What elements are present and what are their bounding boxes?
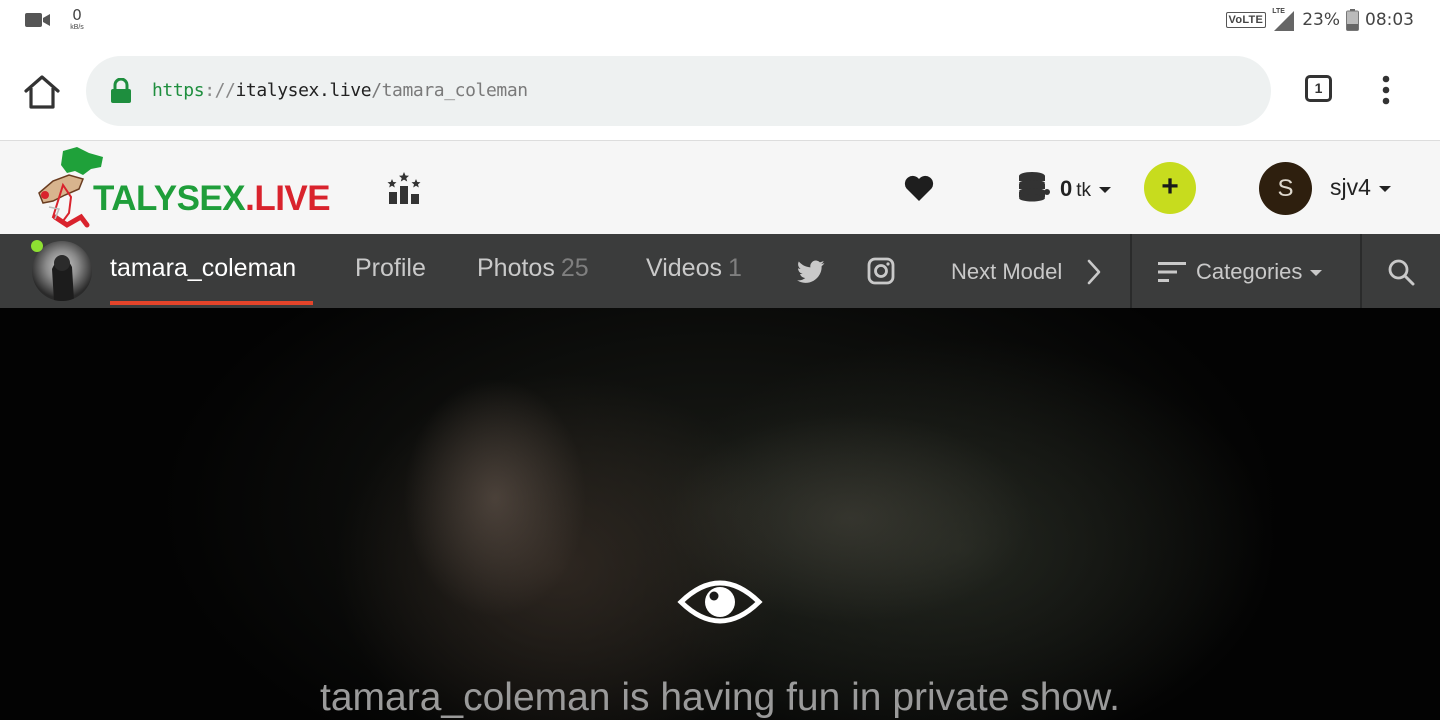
filter-icon[interactable] bbox=[1158, 262, 1186, 282]
tab-videos-label: Videos bbox=[646, 254, 722, 282]
site-logo[interactable]: TALYSEX.LIVE bbox=[33, 145, 343, 231]
battery-percent: 23% bbox=[1302, 10, 1340, 30]
browser-toolbar: https://italysex.live/tamara_coleman 1 bbox=[0, 42, 1440, 140]
more-vert-icon[interactable] bbox=[1381, 75, 1391, 105]
token-balance[interactable]: 0 tk bbox=[1060, 176, 1112, 202]
user-avatar[interactable]: S bbox=[1259, 162, 1312, 215]
heart-icon[interactable] bbox=[903, 174, 935, 202]
battery-icon bbox=[1346, 9, 1359, 31]
nav-divider bbox=[1130, 234, 1132, 308]
categories-label: Categories bbox=[1196, 259, 1303, 284]
user-menu[interactable]: sjv4 bbox=[1330, 174, 1391, 201]
tab-switcher-button[interactable]: 1 bbox=[1305, 75, 1332, 102]
home-icon[interactable] bbox=[22, 74, 62, 110]
signal-type: LTE bbox=[1272, 8, 1285, 15]
videos-count: 1 bbox=[728, 254, 742, 282]
network-speed-value: 0 bbox=[72, 6, 82, 24]
tab-profile[interactable]: Profile bbox=[355, 254, 426, 283]
twitter-icon[interactable] bbox=[797, 260, 825, 284]
site-header: TALYSEX.LIVE 0 tk + S sjv4 bbox=[0, 140, 1440, 235]
clock: 08:03 bbox=[1365, 10, 1414, 30]
token-unit: tk bbox=[1076, 180, 1092, 201]
network-speed-unit: kB/s bbox=[70, 24, 84, 31]
search-icon[interactable] bbox=[1387, 258, 1415, 286]
chevron-right-icon[interactable] bbox=[1087, 259, 1101, 285]
video-camera-icon bbox=[25, 12, 51, 28]
tab-photos[interactable]: Photos 25 bbox=[477, 254, 589, 283]
buy-tokens-button[interactable]: + bbox=[1144, 162, 1196, 214]
active-tab-indicator bbox=[110, 301, 313, 305]
tab-model-name[interactable]: tamara_coleman bbox=[110, 254, 296, 283]
private-show-message: tamara_coleman is having fun in private … bbox=[320, 676, 1120, 719]
lock-icon bbox=[110, 78, 132, 104]
logo-text-main: TALYSEX bbox=[93, 179, 246, 218]
next-model-link[interactable]: Next Model bbox=[951, 259, 1062, 285]
address-bar[interactable]: https://italysex.live/tamara_coleman bbox=[86, 56, 1271, 126]
ranking-icon[interactable] bbox=[387, 172, 421, 204]
url-text[interactable]: https://italysex.live/tamara_coleman bbox=[152, 80, 528, 101]
volte-badge: VoLTE bbox=[1225, 12, 1267, 28]
categories-dropdown[interactable]: Categories bbox=[1196, 259, 1323, 285]
token-amount: 0 bbox=[1060, 176, 1073, 201]
model-nav: tamara_coleman Profile Photos 25 Videos 1 … bbox=[0, 234, 1440, 308]
status-right: VoLTE LTE 23% 08:03 bbox=[1225, 8, 1414, 31]
url-scheme: https bbox=[152, 80, 205, 101]
caret-down-icon bbox=[1310, 270, 1323, 277]
instagram-icon[interactable] bbox=[867, 257, 895, 285]
eye-icon bbox=[677, 574, 763, 630]
logo-text-suffix: .LIVE bbox=[245, 179, 331, 218]
tab-videos[interactable]: Videos 1 bbox=[646, 254, 742, 283]
status-bar: 0 kB/s VoLTE LTE 23% 08:03 bbox=[0, 0, 1440, 42]
video-player[interactable]: tamara_coleman is having fun in private … bbox=[0, 308, 1440, 720]
caret-down-icon bbox=[1099, 187, 1112, 194]
network-speed: 0 kB/s bbox=[64, 6, 90, 32]
nav-divider bbox=[1360, 234, 1362, 308]
signal-icon: LTE bbox=[1272, 8, 1296, 31]
coins-icon[interactable] bbox=[1017, 171, 1051, 203]
online-indicator bbox=[31, 240, 43, 252]
photos-count: 25 bbox=[560, 254, 589, 282]
url-path: /tamara_coleman bbox=[371, 80, 528, 101]
logo-text: TALYSEX.LIVE bbox=[93, 179, 331, 219]
url-separator: :// bbox=[204, 80, 236, 101]
tab-photos-label: Photos bbox=[477, 254, 555, 282]
username: sjv4 bbox=[1330, 174, 1371, 200]
url-domain: italysex.live bbox=[235, 80, 372, 101]
caret-down-icon bbox=[1378, 185, 1391, 192]
